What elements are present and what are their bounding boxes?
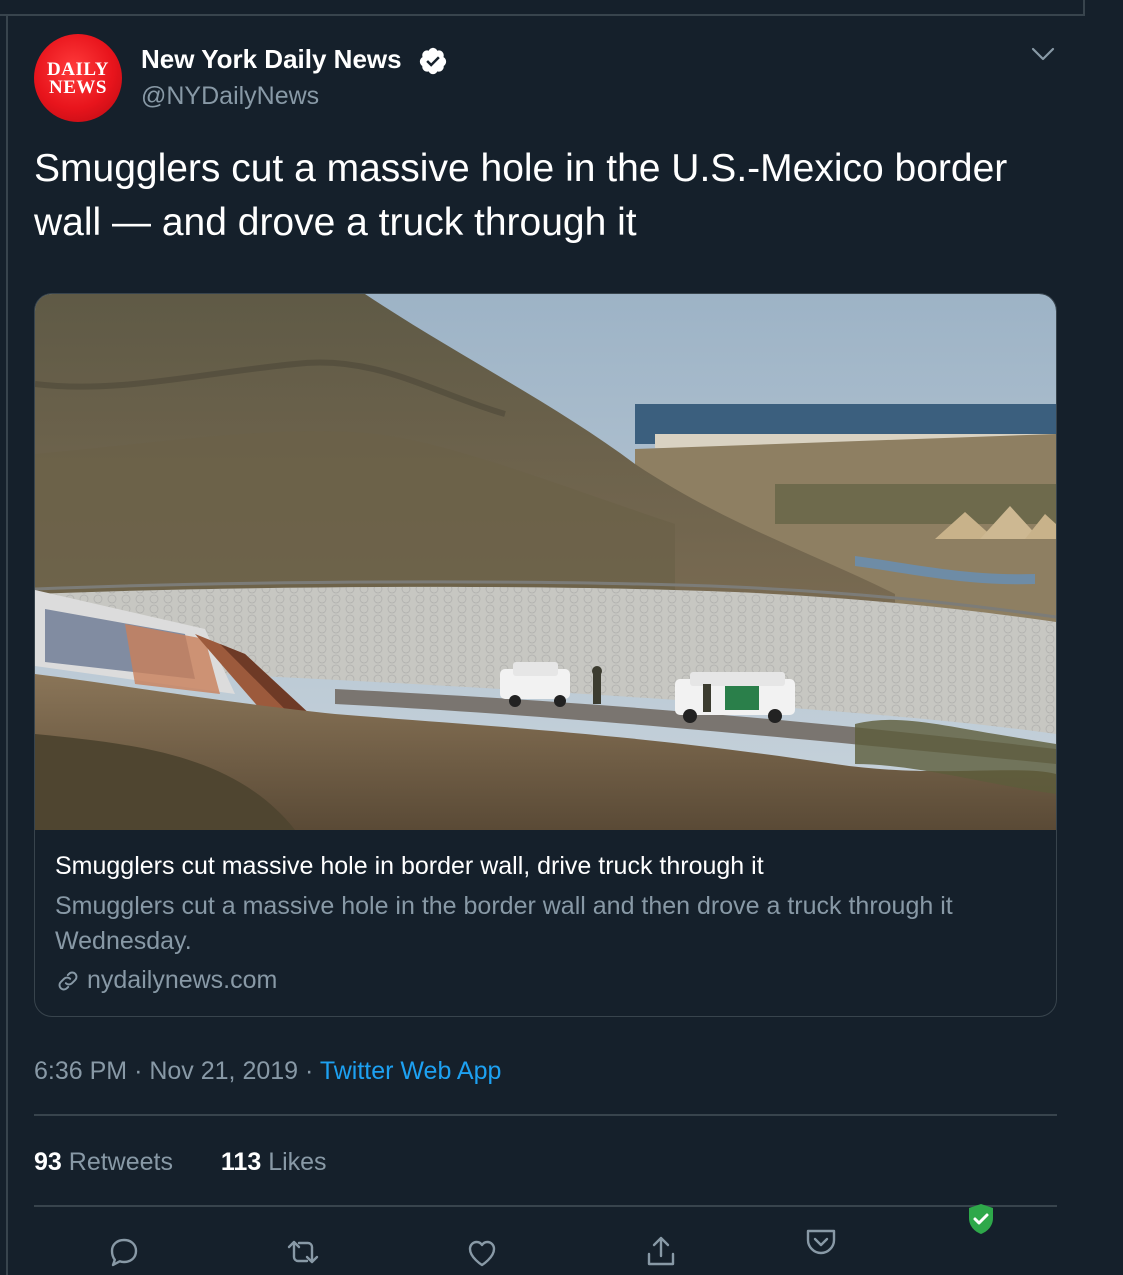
author-handle[interactable]: @NYDailyNews xyxy=(141,82,319,111)
top-divider xyxy=(0,14,1085,16)
avatar-logo-line2: NEWS xyxy=(49,77,107,98)
card-description: Smugglers cut a massive hole in the bord… xyxy=(55,892,953,955)
card-domain: nydailynews.com xyxy=(87,966,278,994)
tweet-detail-page: DAILY NEWS New York Daily News @NYDailyN… xyxy=(0,0,1123,1275)
divider xyxy=(34,1114,1057,1116)
retweets-count: 93 xyxy=(34,1148,62,1176)
reply-icon[interactable] xyxy=(104,1232,144,1272)
left-divider xyxy=(6,14,8,1275)
right-gutter xyxy=(1085,0,1123,1275)
likes-count: 113 xyxy=(220,1148,262,1176)
divider xyxy=(34,1205,1057,1207)
tweet-text: Smugglers cut a massive hole in the U.S.… xyxy=(34,147,1008,244)
link-preview-card[interactable]: Smugglers cut massive hole in border wal… xyxy=(34,293,1057,1017)
pocket-icon[interactable] xyxy=(801,1222,841,1262)
separator: · xyxy=(134,1057,143,1085)
card-image[interactable] xyxy=(35,294,1056,830)
tweet-source-link[interactable]: Twitter Web App xyxy=(320,1057,502,1085)
verified-badge-icon xyxy=(419,47,447,75)
tweet-date[interactable]: Nov 21, 2019 xyxy=(149,1057,298,1085)
retweets-label: Retweets xyxy=(68,1148,173,1176)
share-icon[interactable] xyxy=(641,1232,681,1272)
retweet-icon[interactable] xyxy=(283,1232,323,1272)
card-title[interactable]: Smugglers cut massive hole in border wal… xyxy=(55,852,764,881)
likes-stat[interactable]: 113 Likes xyxy=(221,1148,327,1176)
shield-check-icon[interactable] xyxy=(967,1203,995,1235)
author-display-name[interactable]: New York Daily News xyxy=(141,44,402,75)
retweets-stat[interactable]: 93 Retweets xyxy=(34,1148,180,1176)
tweet-time[interactable]: 6:36 PM xyxy=(34,1057,127,1085)
link-icon xyxy=(58,971,78,991)
like-icon[interactable] xyxy=(462,1232,502,1272)
tweet-timestamp: 6:36 PM · Nov 21, 2019 · Twitter Web App xyxy=(34,1057,501,1086)
avatar[interactable]: DAILY NEWS xyxy=(34,34,122,122)
separator: · xyxy=(305,1057,314,1085)
chevron-down-icon[interactable] xyxy=(1030,44,1056,66)
likes-label: Likes xyxy=(268,1148,327,1176)
engagement-stats: 93 Retweets 113 Likes xyxy=(34,1148,327,1177)
